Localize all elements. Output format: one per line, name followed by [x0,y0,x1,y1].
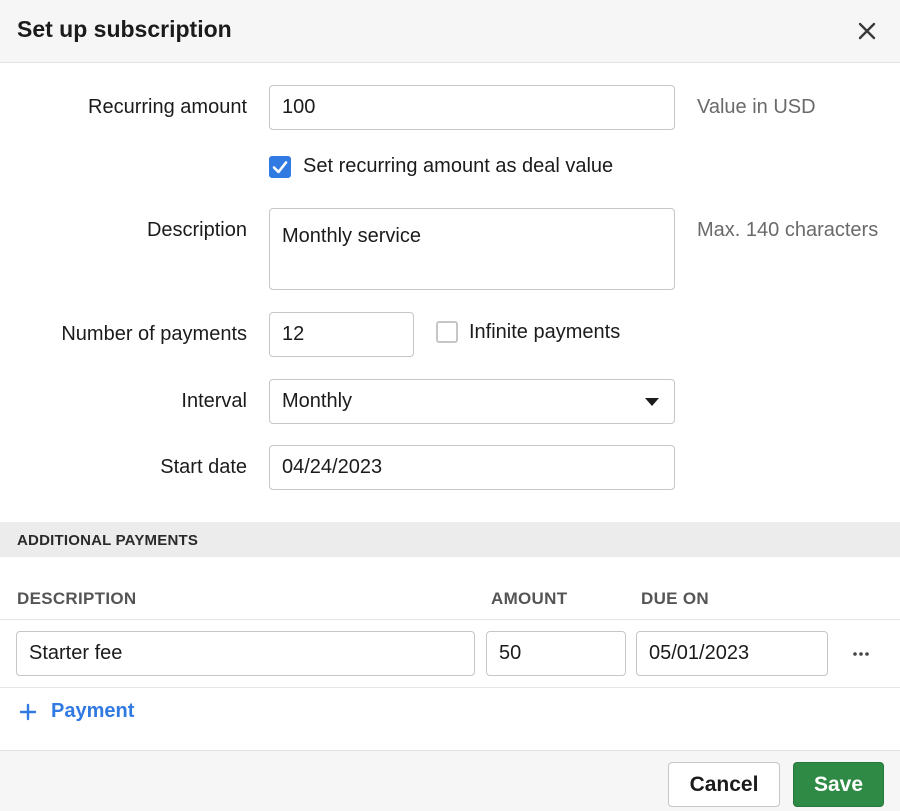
description-textarea[interactable]: Monthly service [269,208,675,290]
plus-icon [19,703,37,720]
payment-description-input[interactable]: Starter fee [16,631,475,676]
deal-value-checkbox-label[interactable]: Set recurring amount as deal value [303,155,613,178]
payment-due-on-input[interactable]: 05/01/2023 [636,631,828,676]
number-of-payments-label: Number of payments [61,323,247,345]
save-button[interactable]: Save [793,762,884,807]
number-of-payments-value: 12 [282,323,305,345]
infinite-payments-checkbox[interactable] [436,321,458,343]
more-horizontal-icon [853,652,869,656]
table-divider [0,619,900,620]
recurring-amount-value: 100 [282,96,316,118]
additional-payments-section-header: ADDITIONAL PAYMENTS [0,522,900,557]
checkmark-icon [272,161,288,174]
dialog-footer: Cancel Save [0,750,900,811]
column-header-due-on: DUE ON [641,589,709,608]
add-payment-button[interactable]: Payment [17,700,134,723]
payment-amount-input[interactable]: 50 [486,631,626,676]
close-icon [858,22,876,40]
infinite-payments-label[interactable]: Infinite payments [469,321,620,344]
description-hint: Max. 140 characters [697,219,879,241]
start-date-input[interactable]: 04/24/2023 [269,445,675,490]
payment-amount-value: 50 [499,642,522,664]
cancel-button[interactable]: Cancel [668,762,780,807]
description-value: Monthly service [282,225,421,247]
number-of-payments-input[interactable]: 12 [269,312,414,357]
row-menu-button[interactable] [846,643,876,665]
column-header-amount: AMOUNT [491,589,568,608]
interval-select[interactable]: Monthly [269,379,675,424]
start-date-value: 04/24/2023 [282,456,383,478]
dialog-header: Set up subscription [0,0,900,63]
recurring-amount-input[interactable]: 100 [269,85,675,130]
interval-label: Interval [181,390,247,412]
deal-value-checkbox[interactable] [269,156,291,178]
caret-down-icon [645,397,659,406]
recurring-amount-hint: Value in USD [697,96,816,118]
recurring-amount-label: Recurring amount [88,96,247,118]
payment-description-value: Starter fee [29,642,123,664]
interval-value: Monthly [282,390,353,412]
description-label: Description [146,219,247,241]
add-payment-label: Payment [51,700,135,722]
additional-payments-title: ADDITIONAL PAYMENTS [17,532,199,549]
dialog-title: Set up subscription [17,16,232,42]
close-button[interactable] [850,14,884,48]
column-header-description: DESCRIPTION [17,589,137,608]
payment-due-on-value: 05/01/2023 [649,642,750,664]
start-date-label: Start date [160,456,247,478]
table-divider [0,687,900,688]
